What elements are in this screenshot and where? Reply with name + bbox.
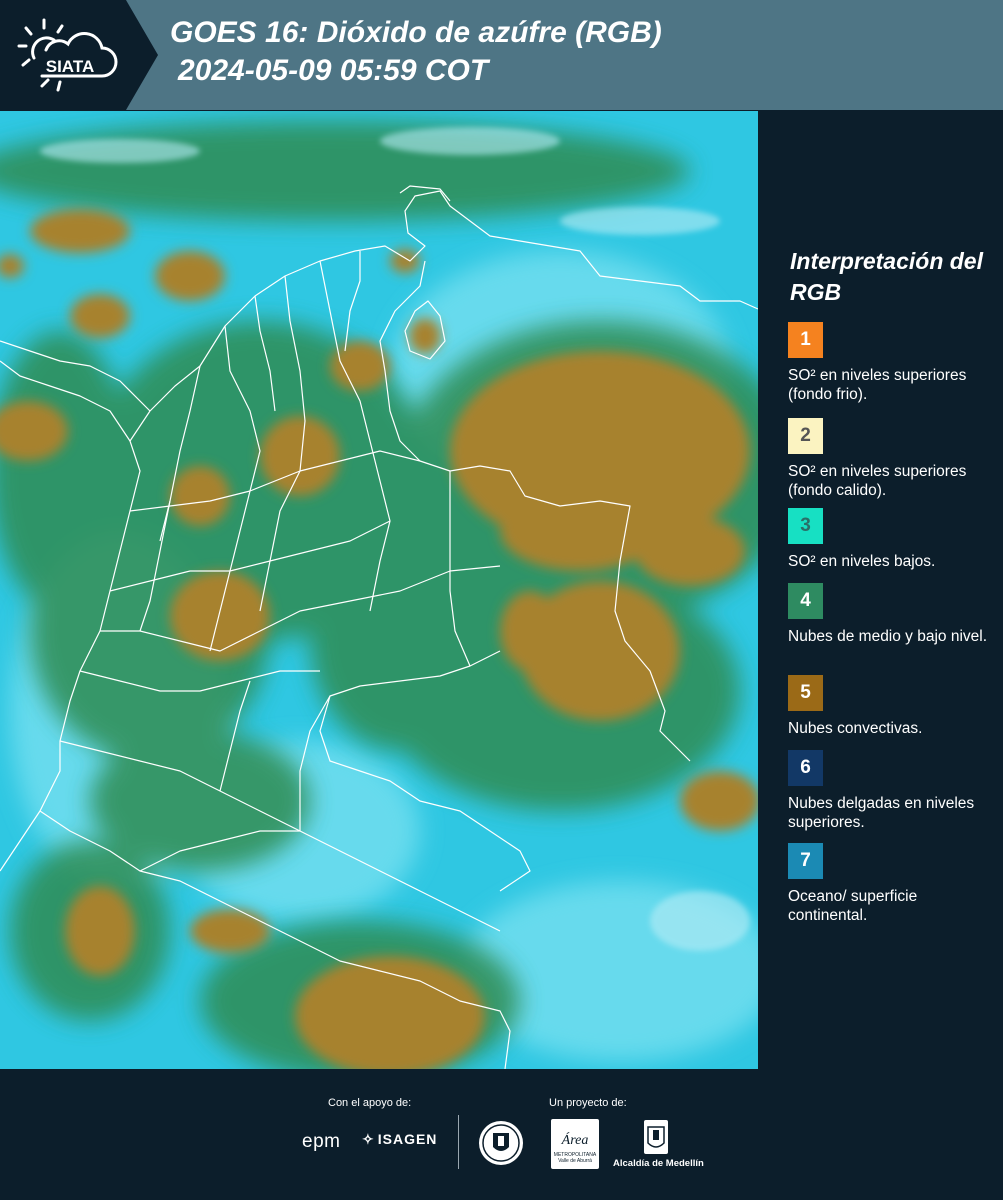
legend-item-3: 3 SO² en niveles bajos. — [788, 508, 988, 571]
legend-swatch: 2 — [788, 418, 823, 454]
legend-desc: SO² en niveles superiores (fondo calido)… — [788, 463, 967, 499]
legend-item-5: 5 Nubes convectivas. — [788, 675, 988, 738]
epm-logo: epm — [302, 1131, 341, 1152]
project-label: Un proyecto de: — [549, 1097, 627, 1109]
legend-swatch: 7 — [788, 843, 823, 879]
satellite-image — [0, 111, 758, 1069]
legend-desc: Oceano/ superficie continental. — [788, 888, 918, 924]
alcaldia-logo-text: Alcaldía de Medellín — [613, 1158, 704, 1169]
title-line-1: GOES 16: Dióxido de azúfre (RGB) — [170, 16, 662, 49]
siata-logo-text: SIATA — [46, 57, 94, 76]
isagen-logo-text: ISAGEN — [377, 1131, 438, 1147]
satellite-map — [0, 111, 758, 1069]
legend-desc: SO² en niveles bajos. — [788, 553, 936, 570]
legend-item-7: 7 Oceano/ superficie continental. — [788, 843, 988, 925]
legend-swatch: 1 — [788, 322, 823, 358]
header: SIATA GOES 16: Dióxido de azúfre (RGB) 2… — [0, 0, 1003, 110]
page-title: GOES 16: Dióxido de azúfre (RGB) 2024-05… — [170, 14, 662, 90]
legend-swatch: 6 — [788, 750, 823, 786]
legend-title: Interpretación del RGB — [790, 248, 983, 305]
legend-swatch: 3 — [788, 508, 823, 544]
title-line-2: 2024-05-09 05:59 COT — [178, 54, 489, 87]
isagen-logo: ✧ ISAGEN — [362, 1131, 437, 1148]
legend: Interpretación del RGB — [768, 246, 998, 320]
isagen-mark-icon: ✧ — [362, 1131, 375, 1147]
legend-desc: Nubes convectivas. — [788, 720, 923, 737]
siata-logo: SIATA — [17, 18, 118, 92]
legend-item-2: 2 SO² en niveles superiores (fondo calid… — [788, 418, 988, 500]
university-seal-icon — [479, 1121, 523, 1165]
legend-item-1: 1 SO² en niveles superiores (fondo frio)… — [788, 322, 988, 404]
legend-desc: Nubes delgadas en niveles superiores. — [788, 795, 975, 831]
amva-name: Área — [561, 1133, 589, 1148]
amva-subtitle: METROPOLITANA Valle de Aburrá — [553, 1152, 597, 1164]
legend-desc: SO² en niveles superiores (fondo frio). — [788, 367, 967, 403]
footer: Con el apoyo de: Un proyecto de: epm ✧ IS… — [0, 1069, 1003, 1200]
legend-item-4: 4 Nubes de medio y bajo nivel. — [788, 583, 988, 646]
legend-swatch: 5 — [788, 675, 823, 711]
legend-item-6: 6 Nubes delgadas en niveles superiores. — [788, 750, 988, 832]
support-label: Con el apoyo de: — [328, 1097, 412, 1109]
footer-divider — [458, 1115, 459, 1169]
area-metropolitana-logo: Área METROPOLITANA Valle de Aburrá — [551, 1119, 599, 1169]
legend-desc: Nubes de medio y bajo nivel. — [788, 628, 988, 645]
legend-swatch: 4 — [788, 583, 823, 619]
alcaldia-shield-icon — [644, 1120, 668, 1154]
